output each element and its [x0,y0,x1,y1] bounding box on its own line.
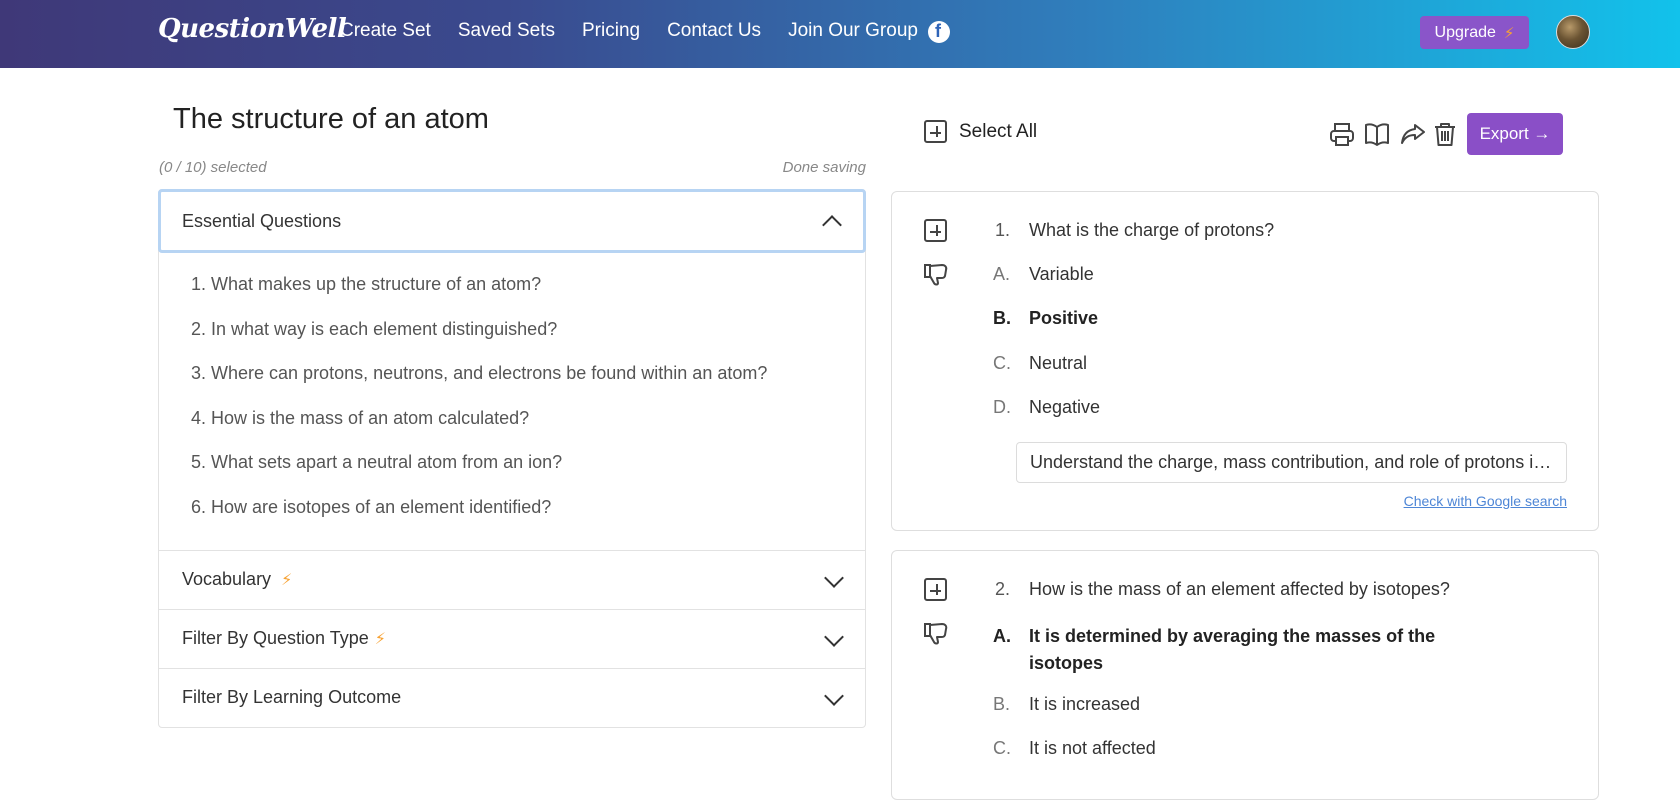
facebook-icon[interactable] [927,21,950,43]
answer-option-correct[interactable]: B. Positive [993,308,1509,329]
answer-option[interactable]: C. Neutral [993,353,1509,374]
answer-option[interactable]: A. Variable [993,264,1509,285]
essential-questions-label: Essential Questions [182,210,342,231]
filter-question-type-label: Filter By Question Type [182,628,369,648]
question-card: 1. What is the charge of protons? A. Var… [891,191,1599,531]
plus-square-icon [924,120,947,143]
chevron-down-icon [824,568,844,588]
question-number: 1. [995,220,1011,240]
learning-outcome-field[interactable]: Understand the charge, mass contribution… [1016,442,1567,483]
chevron-down-icon [824,686,844,706]
option-letter: B. [993,308,1011,328]
export-button[interactable]: Export → [1467,113,1563,155]
option-letter: A. [993,626,1011,646]
thumbs-down-icon[interactable] [924,262,950,286]
option-text: It is increased [1029,694,1141,714]
thumbs-down-icon[interactable] [924,621,950,645]
user-avatar[interactable] [1556,15,1590,49]
option-text: Negative [1029,397,1101,417]
vocabulary-header[interactable]: Vocabulary ⚡ [159,550,865,608]
answer-option[interactable]: C. It is not affected [993,738,1509,759]
save-status: Done saving [782,159,866,176]
nav-contact-us[interactable]: Contact Us [667,20,761,42]
essential-question-item: 1. What makes up the structure of an ato… [191,274,542,294]
chevron-down-icon [824,627,844,647]
sidebar-accordion: Essential Questions 1. What makes up the… [158,189,866,728]
essential-questions-header[interactable]: Essential Questions [158,189,866,253]
lightning-bolt-icon: ⚡ [281,571,293,589]
filter-question-type-header[interactable]: Filter By Question Type ⚡ [159,609,865,667]
answer-option-correct[interactable]: A. It is determined by averaging the mas… [993,623,1469,677]
nav-join-group[interactable]: Join Our Group [788,20,918,42]
option-text: Positive [1029,308,1099,328]
essential-question-item: 5. What sets apart a neutral atom from a… [191,452,563,472]
add-question-icon[interactable] [924,219,947,242]
option-text: It is not affected [1029,738,1156,758]
question-number: 2. [995,579,1011,599]
vocabulary-label: Vocabulary [182,569,272,589]
option-text: Neutral [1029,353,1088,373]
essential-question-item: 4. How is the mass of an atom calculated… [191,407,530,428]
filter-learning-outcome-header[interactable]: Filter By Learning Outcome [159,668,865,726]
lightning-bolt-icon: ⚡ [374,630,386,648]
book-icon[interactable] [1364,121,1390,147]
option-letter: C. [993,353,1011,373]
lightning-bolt-icon: ⚡ [1503,24,1515,42]
chevron-up-icon [822,215,842,235]
upgrade-label: Upgrade [1434,23,1496,41]
filter-learning-outcome-label: Filter By Learning Outcome [182,687,402,707]
answer-option[interactable]: D. Negative [993,397,1509,418]
option-text: Variable [1029,264,1094,284]
essential-question-item: 2. In what way is each element distingui… [191,318,558,339]
main-nav: Create Set Saved Sets Pricing Contact Us… [340,20,950,43]
essential-question-item: 3. Where can protons, neutrons, and elec… [191,363,768,383]
trash-icon[interactable] [1432,121,1458,147]
answer-option[interactable]: B. It is increased [993,694,1509,715]
nav-saved-sets[interactable]: Saved Sets [458,20,555,42]
share-icon[interactable] [1400,121,1426,147]
nav-create-set[interactable]: Create Set [340,20,431,42]
set-title[interactable]: The structure of an atom [173,103,489,136]
google-search-link[interactable]: Check with Google search [1404,493,1567,509]
top-navbar: QuestionWell Create Set Saved Sets Prici… [0,0,1680,68]
option-letter: D. [993,397,1011,417]
selected-count: (0 / 10) selected [159,159,267,176]
option-text: It is determined by averaging the masses… [1029,626,1436,673]
print-icon[interactable] [1329,121,1355,147]
select-all-label: Select All [959,120,1038,142]
question-card: 2. How is the mass of an element affecte… [891,550,1599,800]
essential-questions-list: 1. What makes up the structure of an ato… [191,274,767,541]
nav-pricing[interactable]: Pricing [582,20,640,42]
add-question-icon[interactable] [924,578,947,601]
upgrade-button[interactable]: Upgrade ⚡ [1420,16,1529,49]
question-text[interactable]: What is the charge of protons? [1029,220,1274,241]
essential-question-item: 6. How are isotopes of an element identi… [191,496,552,517]
option-letter: A. [993,264,1011,284]
question-text[interactable]: How is the mass of an element affected b… [1029,579,1450,600]
option-letter: B. [993,694,1011,714]
select-all-button[interactable]: Select All [924,120,1037,143]
option-letter: C. [993,738,1011,758]
app-logo[interactable]: QuestionWell [158,14,347,44]
